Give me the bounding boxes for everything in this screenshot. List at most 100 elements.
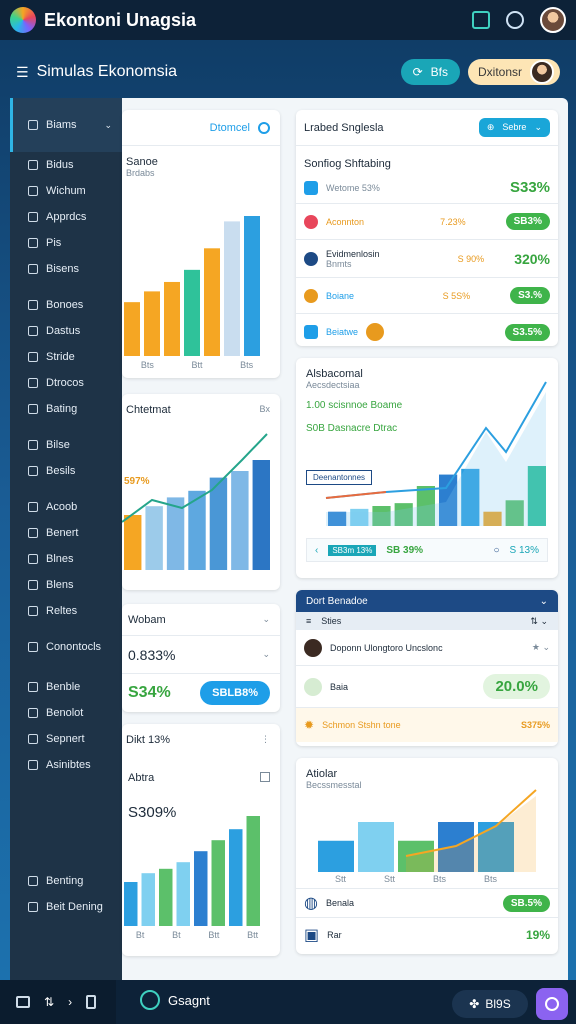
summary-row[interactable]: ▣ Rar 19% [296,920,558,950]
menu-icon[interactable]: ☰ [16,64,29,81]
table-row-name: Baia [330,681,349,692]
list-row-value: 320% [514,250,550,267]
footer-value: SB 39% [386,544,424,556]
list-row-name: Boiane [326,290,355,301]
sidebar-item-icon [28,120,38,130]
chevron-down-icon[interactable]: ⌄ [262,614,270,625]
sidebar-item-icon [28,502,38,512]
sidebar-item[interactable]: Blens [10,572,122,598]
sidebar-item-icon [28,264,38,274]
sidebar-item[interactable]: Acoob [10,494,122,520]
table-row-value: S375% [520,720,550,730]
bar [124,515,142,570]
sidebar-item-label: Bonoes [46,299,84,311]
table-header[interactable]: Dort Benadoe ⌄ [296,590,558,612]
sidebar-item[interactable]: Benolot [10,700,122,726]
grid-icon[interactable] [16,996,30,1008]
sidebar-item-label: Benble [46,681,81,693]
sub-header-label: Sties [321,616,342,626]
sidebar-item[interactable]: Wichum [10,178,122,204]
sidebar-item[interactable]: Benert [10,520,122,546]
star-icon[interactable]: ★ ⌄ [532,642,550,653]
sidebar-item-label: Beit Dening [46,901,103,913]
more-icon[interactable]: ⋮ [261,734,270,746]
profile-pill-label: Dxitonsr [477,65,522,79]
sidebar-item[interactable]: Asinibtes [10,752,122,778]
sidebar-item-icon [28,554,38,564]
sidebar-item[interactable]: Benting [10,868,122,894]
settings-icon[interactable] [506,11,524,29]
sort-icon[interactable]: ⇅ [44,995,54,1009]
sidebar-item[interactable]: Bidus [10,152,122,178]
window-icon[interactable] [472,11,490,29]
sort-icon[interactable]: ⇅ ⌄ [530,616,548,627]
bar [141,873,155,926]
bar [176,862,190,926]
list-row-icon [304,288,318,303]
list-row[interactable]: Beiatwe S3.5% [296,314,558,346]
bar [358,822,394,872]
stat-value: S34% [128,684,171,701]
sidebar-item[interactable]: Biams ⌄ [10,98,122,152]
stat-button[interactable]: SBLB8% [200,681,270,705]
action-pill[interactable]: ⟳ Bfs [400,59,460,85]
sidebar-item[interactable]: Conontocls [10,634,122,660]
bar [224,221,240,356]
sidebar-item-icon [28,682,38,692]
combo-chart-2 [318,789,537,872]
list-row[interactable]: Evidmenlosin Bnmts S 90% 320% [296,240,558,278]
search-label[interactable]: Dtomcel [210,122,250,134]
bottom-app[interactable]: Gsagnt [140,990,210,1010]
filter-dropdown[interactable]: ⊕ Sebre ⌄ [478,118,550,137]
list-row-name: Beiatwe [326,327,359,337]
bar [144,291,160,356]
table-row[interactable]: ✹ Schmon Stshn tone S375% [296,708,558,742]
assistant-button[interactable] [536,988,568,1020]
search-icon[interactable] [258,121,270,134]
card-title: Sanoe [126,156,158,168]
sidebar-item[interactable]: Apprdcs [10,204,122,230]
bar [124,882,138,926]
expand-icon[interactable] [260,772,270,782]
list-row[interactable]: Aconnton 7.23% SB3% [296,204,558,240]
summary-row[interactable]: ◍ Benala SB.5% [296,888,558,918]
sidebar-item[interactable]: Bilse [10,432,122,458]
sidebar-item[interactable]: Bonoes [10,292,122,318]
bar-chart-1 [124,216,260,356]
x-tick: Bt [172,930,181,940]
profile-pill[interactable]: Dxitonsr [467,59,560,85]
sidebar-item[interactable]: Besils [10,458,122,484]
list-row[interactable]: Boiane S 5S% S3.% [296,278,558,314]
sidebar-item[interactable]: Reltes [10,598,122,624]
bottom-pill[interactable]: ✤ Bl9S [452,990,528,1018]
settings-icon: ✹ [304,718,315,732]
phone-icon[interactable] [86,995,97,1009]
sidebar-item[interactable]: Dastus [10,318,122,344]
sidebar-item-icon [28,300,38,310]
table-row[interactable]: Baia 20.0% [296,666,558,708]
chevron-right-icon[interactable]: › [68,995,72,1009]
list-row-icon [304,214,318,229]
x-tick: Stt [383,874,395,884]
list-row[interactable]: Wetome 53% S33% [296,172,558,204]
x-tick: Btt [191,360,203,370]
sidebar-item[interactable]: Dtrocos [10,370,122,396]
chevron-left-icon[interactable]: ‹ [315,545,318,556]
sidebar-item[interactable]: Bating [10,396,122,422]
sidebar-item[interactable]: Benble [10,674,122,700]
sidebar-item-icon [28,352,38,362]
align-icon: ≡ [306,616,312,626]
sidebar-item[interactable]: Bisens [10,256,122,282]
chevron-down-icon[interactable]: ⌄ [262,649,270,660]
footer-tag: SB3m 13% [328,544,377,556]
sidebar-item[interactable]: Pis [10,230,122,256]
sidebar-item[interactable]: Sepnert [10,726,122,752]
user-avatar[interactable] [540,7,566,33]
sidebar-item[interactable]: Stride [10,344,122,370]
table-row[interactable]: Doponn Ulongtoro Uncslonc ★ ⌄ [296,630,558,666]
sidebar-item[interactable]: Blnes [10,546,122,572]
sidebar-item-label: Pis [46,237,62,249]
sidebar-item[interactable]: Beit Dening [10,894,122,920]
sidebar-item-icon [28,606,38,616]
sidebar-item-label: Benolot [46,707,84,719]
